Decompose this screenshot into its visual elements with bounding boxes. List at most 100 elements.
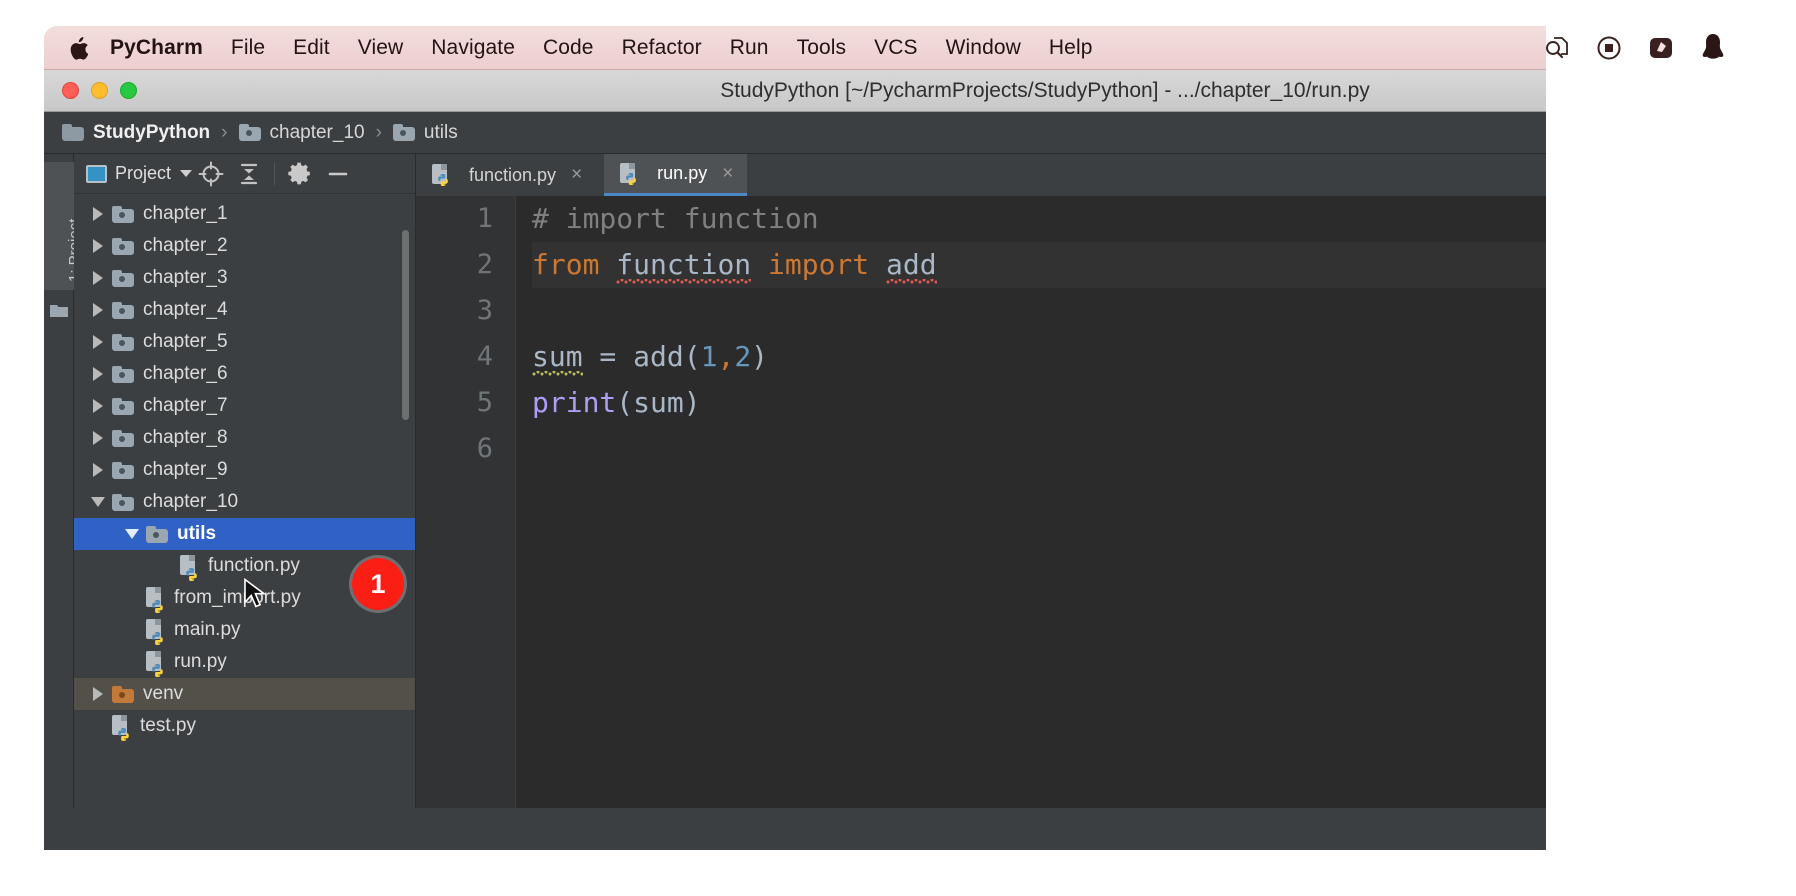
menubar-status-area: [1542, 33, 1758, 63]
menu-item-help[interactable]: Help: [1035, 36, 1107, 60]
code-token: print: [532, 386, 617, 419]
code-token: ,: [717, 340, 735, 373]
tree-expander[interactable]: [88, 497, 108, 507]
menu-item-window[interactable]: Window: [932, 36, 1035, 60]
tree-item-utils[interactable]: utils: [74, 518, 415, 550]
breadcrumb-label: StudyPython: [93, 121, 211, 143]
project-tree-scrollbar-thumb[interactable]: [402, 230, 409, 420]
tree-item-chapter-5[interactable]: chapter_5: [74, 326, 415, 358]
tree-item-chapter-1[interactable]: chapter_1: [74, 198, 415, 230]
project-panel-title-button[interactable]: Project: [86, 163, 193, 184]
tree-expander[interactable]: [88, 399, 108, 413]
project-tree[interactable]: chapter_1 chapter_2 chapter_3 chapter_4chap…: [74, 194, 415, 808]
main-body: 1: Project Project: [44, 154, 1546, 808]
folder-icon: [112, 301, 134, 319]
line-number: 5: [476, 387, 493, 418]
tree-expander[interactable]: [88, 303, 108, 317]
code-line[interactable]: # import function: [532, 196, 1546, 242]
tree-expander[interactable]: [88, 463, 108, 477]
close-icon[interactable]: ×: [722, 163, 733, 185]
tree-expander[interactable]: [88, 207, 108, 221]
line-number: 2: [476, 249, 493, 280]
tree-expander[interactable]: [88, 367, 108, 381]
chevron-down-icon: [180, 170, 193, 177]
code-line[interactable]: [532, 288, 1546, 334]
code-token: add: [886, 248, 937, 284]
tree-item-label: chapter_7: [143, 395, 228, 416]
locate-target-icon[interactable]: [192, 158, 230, 190]
menu-item-vcs[interactable]: VCS: [860, 36, 931, 60]
menu-item-edit[interactable]: Edit: [279, 36, 344, 60]
tree-item-run-py[interactable]: run.py: [74, 646, 415, 678]
search-document-icon[interactable]: [1542, 33, 1572, 63]
tree-item-chapter-6[interactable]: chapter_6: [74, 358, 415, 390]
code-line[interactable]: print(sum): [532, 380, 1546, 426]
folder-icon: [112, 397, 134, 415]
code-line[interactable]: sum = add(1,2): [532, 334, 1546, 380]
tree-item-label: chapter_5: [143, 331, 228, 352]
python-file-icon: [180, 555, 200, 581]
collapse-all-icon[interactable]: [230, 158, 268, 190]
tree-item-chapter-7[interactable]: chapter_7: [74, 390, 415, 422]
tree-item-label: function.py: [208, 555, 300, 576]
tree-item-chapter-9[interactable]: chapter_9: [74, 454, 415, 486]
editor-tab-bar: function.py × run.py ×: [416, 154, 1546, 196]
code-line[interactable]: from function import add: [532, 242, 1546, 288]
tree-item-venv[interactable]: venv: [74, 678, 415, 710]
tree-item-chapter-3[interactable]: chapter_3: [74, 262, 415, 294]
tree-item-label: utils: [177, 523, 217, 544]
breadcrumb: StudyPython › chapter_10 › utils: [44, 112, 1546, 154]
tree-item-label: chapter_6: [143, 363, 228, 384]
line-number-gutter: 1 2 3 4 5 6: [416, 196, 516, 808]
tree-item-chapter-2[interactable]: chapter_2: [74, 230, 415, 262]
penguin-icon[interactable]: [1698, 33, 1728, 63]
menu-item-file[interactable]: File: [217, 36, 279, 60]
structure-folder-icon[interactable]: [50, 304, 68, 318]
menu-item-view[interactable]: View: [344, 36, 418, 60]
tree-expander[interactable]: [88, 687, 108, 701]
menu-item-run[interactable]: Run: [716, 36, 783, 60]
menu-item-tools[interactable]: Tools: [783, 36, 861, 60]
tree-expander[interactable]: [88, 271, 108, 285]
breadcrumb-item-utils[interactable]: utils: [392, 121, 458, 144]
menu-item-pycharm[interactable]: PyCharm: [110, 36, 217, 60]
code-editor[interactable]: 123456 # import function from function im…: [416, 196, 1546, 808]
record-circle-icon[interactable]: [1594, 33, 1624, 63]
tree-expander[interactable]: [88, 335, 108, 349]
hide-minus-icon[interactable]: [319, 158, 357, 190]
tree-item-test-py[interactable]: test.py: [74, 710, 415, 742]
gear-icon[interactable]: [281, 158, 319, 190]
screenshot-root: PyCharm File Edit View Navigate Code Ref…: [0, 0, 1796, 896]
breadcrumb-separator: ›: [221, 121, 228, 143]
breadcrumb-label: utils: [423, 121, 458, 143]
code-content[interactable]: # import function from function import ad…: [516, 196, 1546, 808]
tree-item-label: test.py: [140, 715, 196, 736]
line-number: 1: [476, 203, 493, 234]
tree-item-chapter-8[interactable]: chapter_8: [74, 422, 415, 454]
menu-item-refactor[interactable]: Refactor: [608, 36, 716, 60]
editor-tab-run-py[interactable]: run.py ×: [604, 154, 748, 196]
right-white-margin: [1546, 0, 1796, 896]
menu-item-navigate[interactable]: Navigate: [417, 36, 529, 60]
tree-expander[interactable]: [122, 529, 142, 539]
tree-expander[interactable]: [88, 239, 108, 253]
editor-tab-function-py[interactable]: function.py ×: [416, 154, 597, 196]
tree-item-label: chapter_8: [143, 427, 228, 448]
line-number: 6: [476, 433, 493, 464]
tree-item-main-py[interactable]: main.py: [74, 614, 415, 646]
breadcrumb-item-studypython[interactable]: StudyPython: [62, 122, 210, 144]
close-icon[interactable]: ×: [571, 164, 582, 186]
tree-item-label: chapter_9: [143, 459, 228, 480]
menu-item-code[interactable]: Code: [529, 36, 608, 60]
apple-logo-icon[interactable]: [68, 36, 88, 60]
breadcrumb-label: chapter_10: [269, 121, 365, 143]
screenshot-tool-icon[interactable]: [1646, 33, 1676, 63]
code-line[interactable]: [532, 426, 1546, 472]
tree-expander[interactable]: [88, 431, 108, 445]
tree-item-chapter-10[interactable]: chapter_10: [74, 486, 415, 518]
breadcrumb-item-chapter-10[interactable]: chapter_10: [238, 121, 365, 144]
tree-item-label: chapter_10: [143, 491, 239, 512]
code-token: 2: [734, 340, 752, 373]
tree-item-chapter-4[interactable]: chapter_4: [74, 294, 415, 326]
tool-window-tab-project[interactable]: 1: Project: [44, 162, 83, 290]
